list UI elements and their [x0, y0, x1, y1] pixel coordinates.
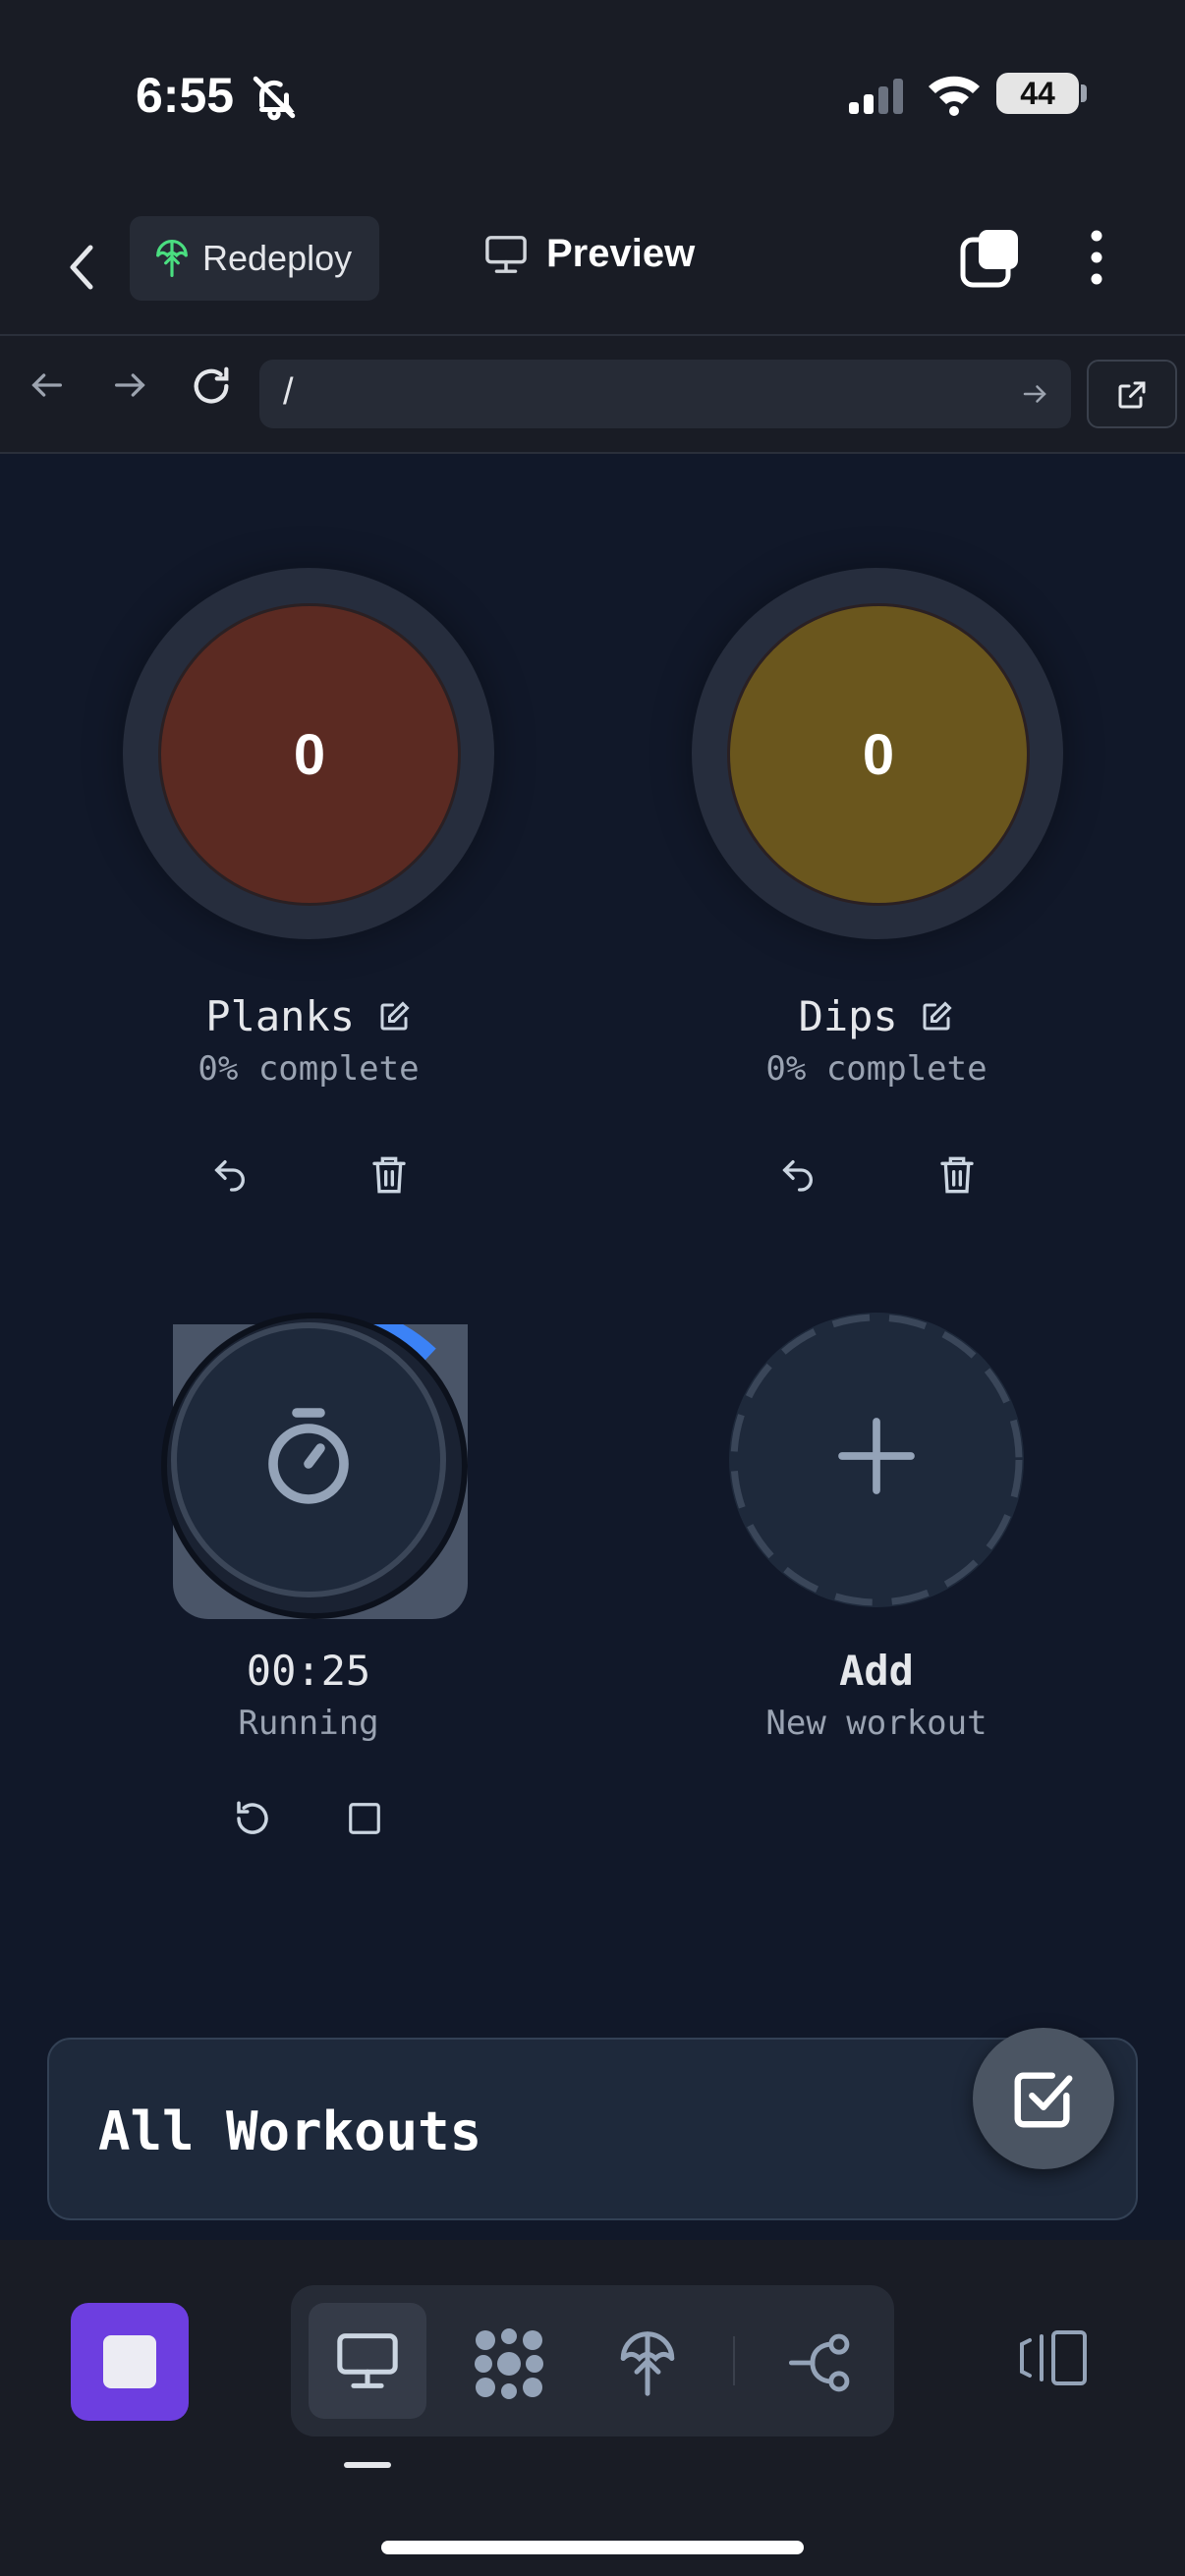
timer-time: 00:25: [246, 1647, 371, 1695]
timer-button[interactable]: [171, 1322, 446, 1597]
workout-progress: 0% complete: [198, 1049, 420, 1089]
git-branch-icon[interactable]: [786, 2330, 855, 2400]
workout-counter-planks[interactable]: 0: [123, 568, 494, 939]
workout-counter-dips[interactable]: 0: [692, 568, 1063, 939]
redeploy-label: Redeploy: [202, 238, 353, 278]
add-subtitle: New workout: [765, 1704, 988, 1743]
add-title: Add: [839, 1647, 914, 1695]
counter-disc[interactable]: 0: [158, 603, 461, 906]
url-input[interactable]: /: [259, 360, 1071, 428]
checklist-fab[interactable]: [973, 2028, 1114, 2169]
url-path: /: [283, 371, 294, 413]
go-arrow-icon[interactable]: [1020, 379, 1049, 414]
active-tab-underline: [344, 2462, 391, 2468]
nav-back-arrow-icon[interactable]: [28, 365, 67, 410]
cellular-signal-icon: [847, 77, 906, 121]
counter-disc[interactable]: 0: [727, 603, 1030, 906]
preview-title: Preview: [483, 232, 695, 276]
workout-name-row: Dips: [670, 992, 1083, 1040]
open-external-button[interactable]: [1087, 360, 1177, 428]
bell-muted-icon: [250, 73, 299, 127]
restart-icon[interactable]: [232, 1798, 273, 1844]
edit-icon[interactable]: [919, 999, 954, 1035]
nav-forward-arrow-icon[interactable]: [110, 365, 149, 410]
undo-icon[interactable]: [778, 1155, 818, 1200]
bottom-toolbar: [0, 2240, 1185, 2576]
workout-name: Dips: [798, 992, 898, 1040]
checkbox-icon: [1014, 2072, 1073, 2128]
undo-icon[interactable]: [210, 1155, 250, 1200]
home-indicator: [381, 2541, 804, 2554]
back-chevron-icon[interactable]: [59, 236, 102, 304]
stop-icon[interactable]: [346, 1800, 383, 1842]
reload-icon[interactable]: [189, 364, 234, 414]
plus-icon: [838, 1418, 915, 1494]
top-nav: Redeploy Preview: [0, 196, 1185, 336]
deploy-icon[interactable]: [615, 2326, 680, 2406]
trash-icon[interactable]: [937, 1153, 977, 1202]
all-workouts-panel[interactable]: All Workouts: [47, 2038, 1138, 2220]
timer-status: Running: [238, 1704, 379, 1743]
status-time: 6:55: [136, 68, 235, 123]
panel-title: All Workouts: [98, 2100, 482, 2162]
preview-label: Preview: [546, 232, 696, 275]
redeploy-icon: [156, 239, 188, 277]
redeploy-button[interactable]: Redeploy: [130, 216, 379, 301]
view-switcher: [291, 2285, 894, 2436]
stop-app-button[interactable]: [71, 2303, 189, 2421]
add-workout-button[interactable]: [729, 1313, 1024, 1607]
battery-indicator: 44: [996, 73, 1079, 114]
tabs-icon[interactable]: [959, 226, 1022, 296]
trash-icon[interactable]: [369, 1153, 409, 1202]
stopwatch-icon: [268, 1408, 349, 1504]
edit-icon[interactable]: [376, 999, 412, 1035]
stop-square-icon: [103, 2335, 156, 2388]
workout-progress: 0% complete: [765, 1049, 988, 1089]
monitor-icon: [485, 235, 527, 273]
workout-name-row: Planks: [102, 992, 515, 1040]
browser-toolbar: /: [0, 336, 1185, 454]
workout-name: Planks: [205, 992, 356, 1040]
preview-monitor-icon[interactable]: [334, 2330, 401, 2396]
more-options-icon[interactable]: [1081, 226, 1112, 294]
panel-toggle-icon[interactable]: [1018, 2328, 1089, 2392]
external-link-icon: [1118, 381, 1146, 409]
cluster-icon[interactable]: [472, 2326, 546, 2406]
wifi-icon: [926, 73, 983, 121]
status-bar: 6:55 44: [0, 0, 1185, 196]
battery-tip: [1081, 84, 1087, 102]
separator: [733, 2336, 735, 2385]
